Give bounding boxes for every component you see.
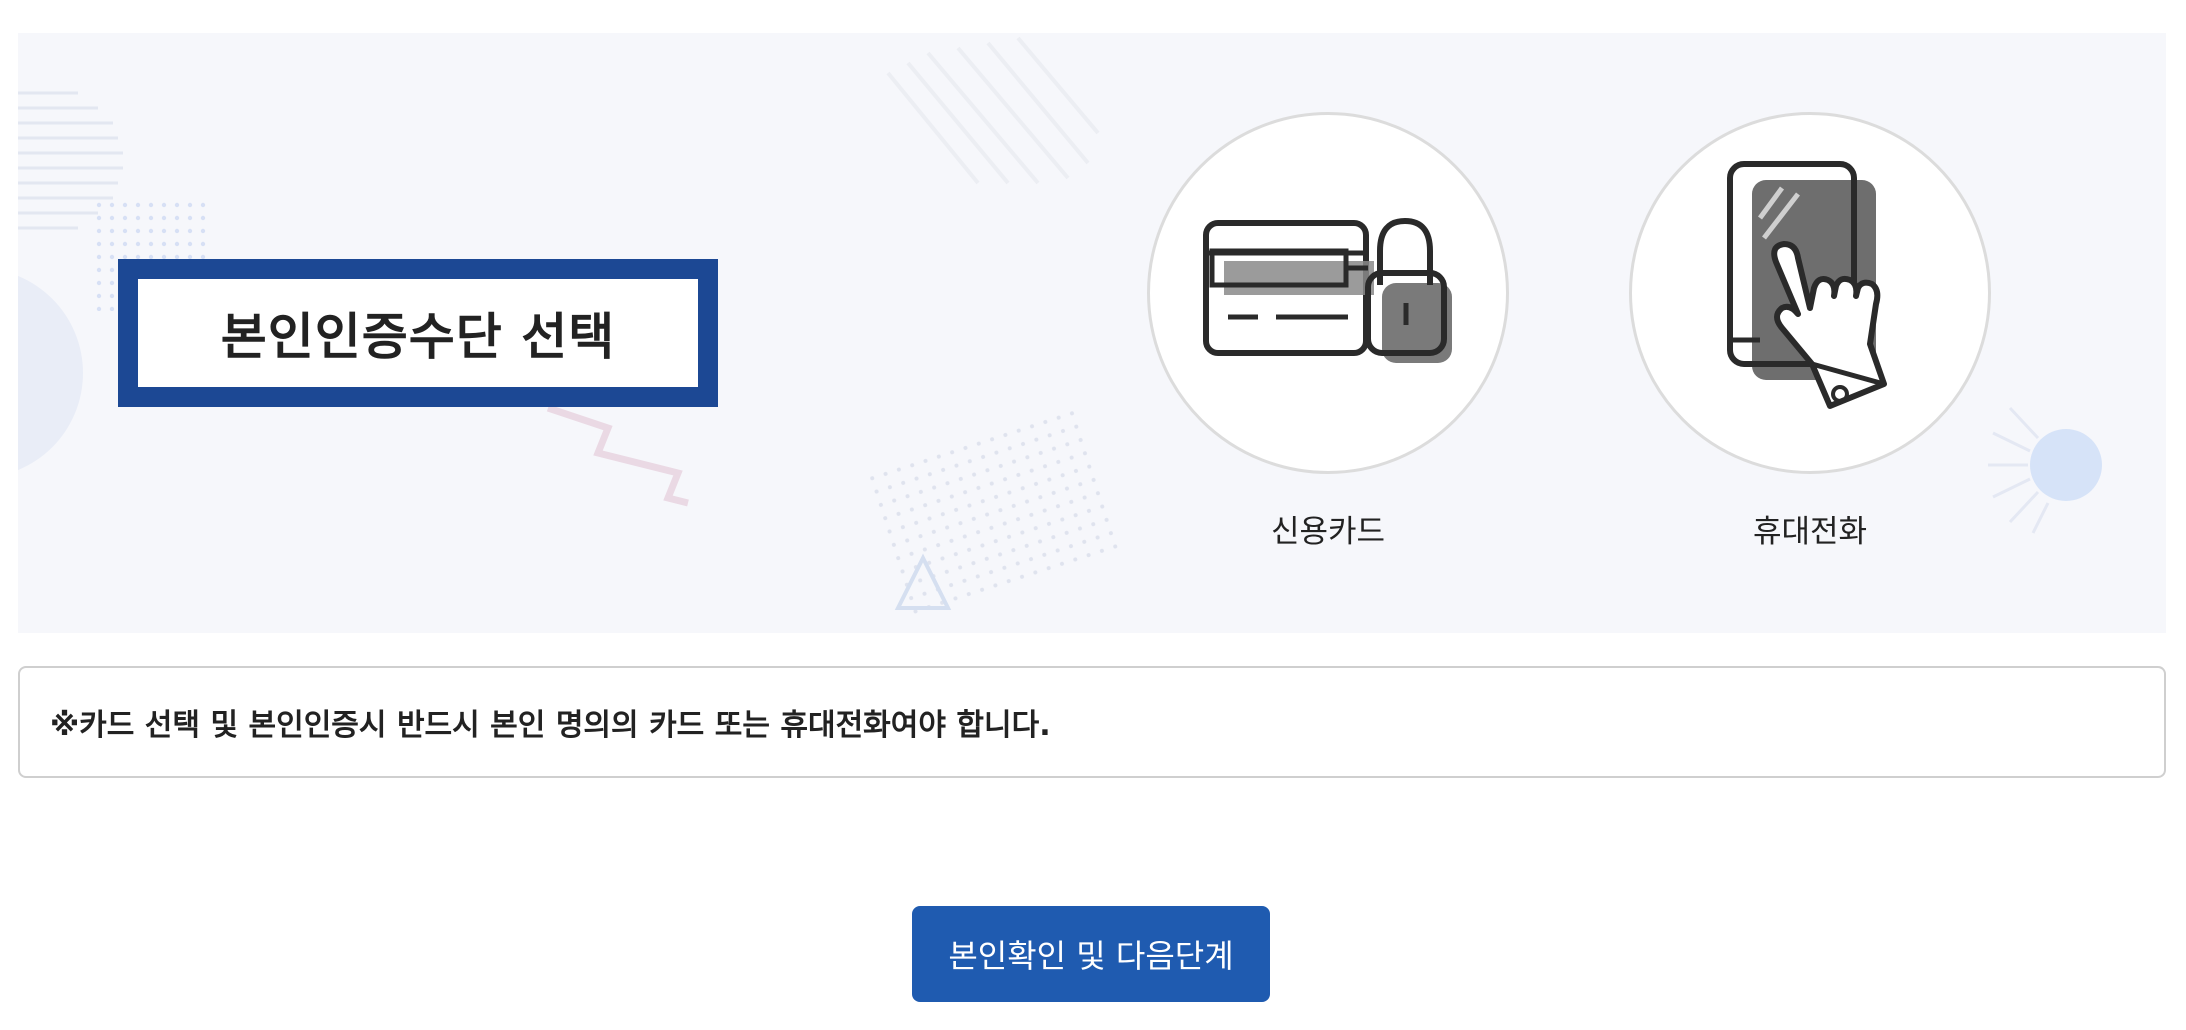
verification-method-panel: 본인인증수단 선택 신용카드 휴대전화 bbox=[18, 33, 2166, 633]
credit-card-label: 신용카드 bbox=[1270, 514, 1386, 550]
credit-card-lock-icon bbox=[1203, 217, 1452, 363]
notice-box: ※카드 선택 및 본인인증시 반드시 본인 명의의 카드 또는 휴대전화여야 합… bbox=[18, 666, 2166, 778]
credit-card-option-circle[interactable] bbox=[1147, 112, 1509, 474]
identity-verification-page: 본인인증수단 선택 신용카드 휴대전화 ※카드 선택 및 본인인증시 반드시 본… bbox=[0, 0, 2186, 1030]
credit-card-option[interactable]: 신용카드 bbox=[1147, 112, 1509, 551]
smartphone-tap-icon bbox=[1727, 161, 1887, 409]
page-title-box: 본인인증수단 선택 bbox=[118, 259, 718, 407]
page-title: 본인인증수단 선택 bbox=[220, 308, 616, 366]
mobile-phone-option-circle[interactable] bbox=[1629, 112, 1991, 474]
verify-and-next-button[interactable]: 본인확인 및 다음단계 bbox=[912, 906, 1270, 1002]
notice-text: ※카드 선택 및 본인인증시 반드시 본인 명의의 카드 또는 휴대전화여야 합… bbox=[50, 708, 1051, 743]
mobile-phone-label: 휴대전화 bbox=[1752, 514, 1868, 550]
mobile-phone-option[interactable]: 휴대전화 bbox=[1629, 112, 1991, 551]
